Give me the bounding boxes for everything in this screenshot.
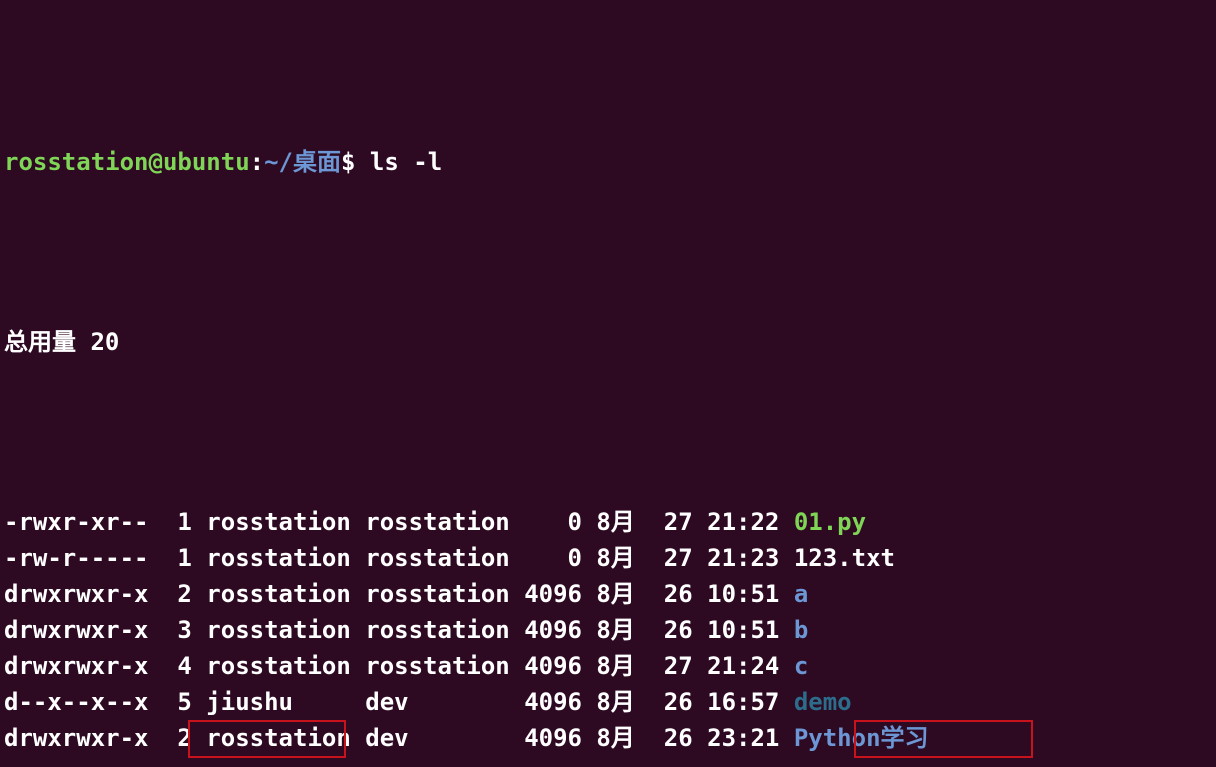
ls-row: drwxrwxr-x 4 rosstation rosstation 4096 … [4,648,1212,684]
file-name: Python学习 [794,724,929,752]
file-owner: rosstation [206,508,351,536]
ls-listing: -rwxr-xr-- 1 rosstation rosstation 0 8月 … [4,504,1212,756]
file-name: c [794,652,808,680]
ls-row: d--x--x--x 5 jiushu dev 4096 8月 26 16:57… [4,684,1212,720]
file-name: 123.txt [794,544,895,572]
file-owner: rosstation [206,616,351,644]
file-name: a [794,580,808,608]
command-ls: ls -l [370,148,442,176]
prompt-line: rosstation@ubuntu:~/桌面$ ls -l [4,144,1212,180]
file-owner: rosstation [206,724,351,752]
file-owner: rosstation [206,652,351,680]
ls-row: -rwxr-xr-- 1 rosstation rosstation 0 8月 … [4,504,1212,540]
file-name: b [794,616,808,644]
file-owner: jiushu [206,688,351,716]
file-owner: rosstation [206,544,351,572]
ls-row: drwxrwxr-x 3 rosstation rosstation 4096 … [4,612,1212,648]
file-name: 01.py [794,508,866,536]
ls-row: -rw-r----- 1 rosstation rosstation 0 8月 … [4,540,1212,576]
prompt-path: ~/桌面 [264,148,341,176]
ls-row: drwxrwxr-x 2 rosstation rosstation 4096 … [4,576,1212,612]
file-name: demo [794,688,852,716]
ls-row: drwxrwxr-x 2 rosstation dev 4096 8月 26 2… [4,720,1212,756]
prompt-host: ubuntu [163,148,250,176]
ls-total: 总用量 20 [4,324,1212,360]
prompt-user: rosstation [4,148,149,176]
file-owner: rosstation [206,580,351,608]
terminal[interactable]: rosstation@ubuntu:~/桌面$ ls -l 总用量 20 -rw… [0,0,1216,767]
